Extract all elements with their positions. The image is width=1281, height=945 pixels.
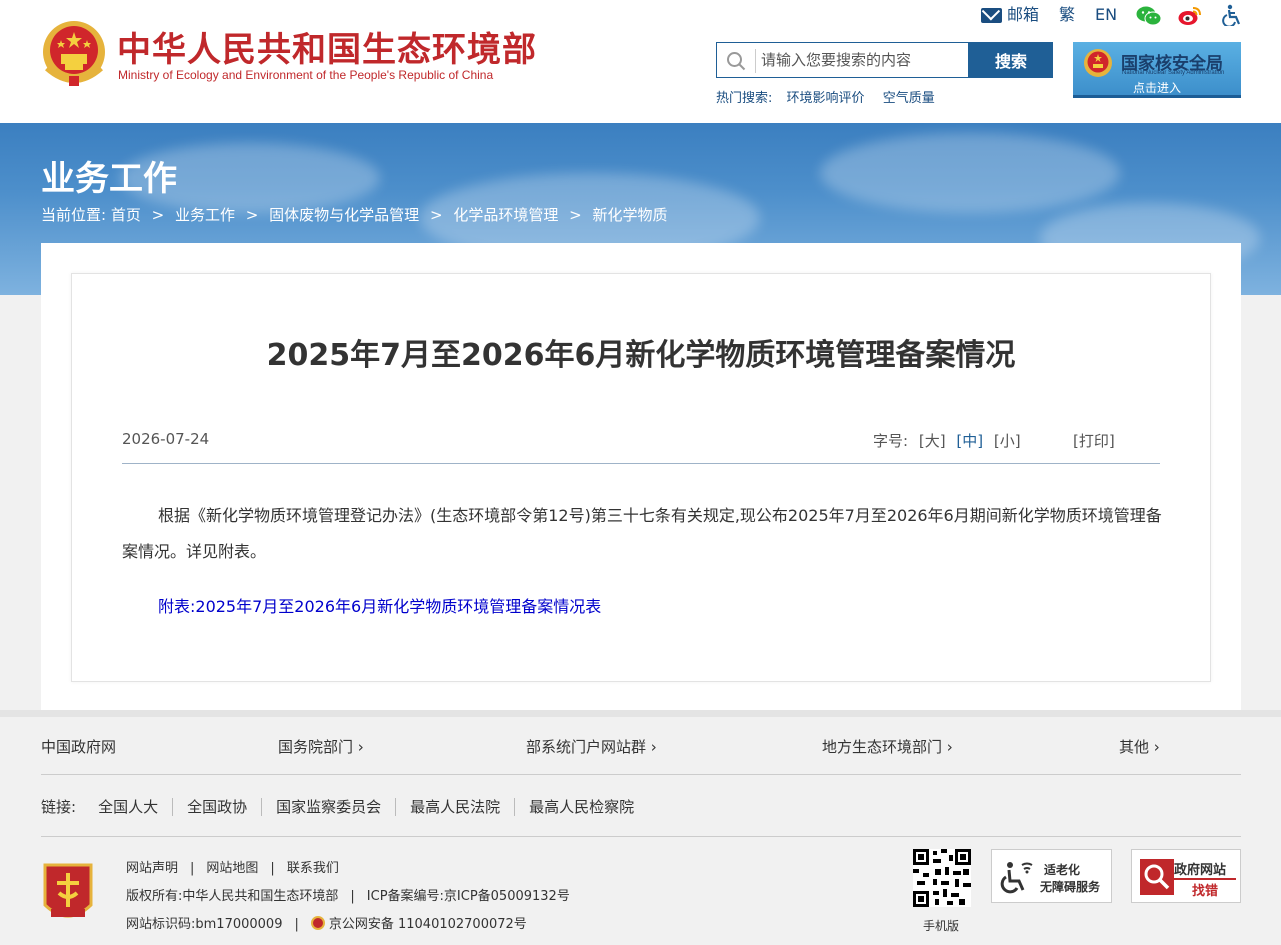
footer-link-npc[interactable]: 全国人大 [76,798,172,816]
footer-divider [41,836,1241,837]
police-badge-icon [310,916,325,930]
footer-top-bar [0,710,1281,717]
footer-icp[interactable]: ICP备案编号:京ICP备05009132号 [367,889,570,904]
footer-site-id: 网站标识码:bm17000009 [126,917,283,932]
footer-nav: 中国政府网 国务院部门 › 部系统门户网站群 › 地方生态环境部门 › 其他 › [41,736,1241,760]
footer-police-record[interactable]: 京公网安备 11040102700072号 [329,917,527,932]
search-icon[interactable] [726,51,746,71]
traditional-chinese-link[interactable]: 繁 [1059,4,1075,26]
accessibility-icon[interactable] [1221,4,1243,26]
font-size-large-button[interactable]: [大] [919,432,946,450]
site-header: 中华人民共和国生态环境部 Ministry of Ecology and Env… [0,0,1281,123]
footer-link-supervision[interactable]: 国家监察委员会 [261,798,395,816]
search-button[interactable]: 搜索 [969,42,1053,78]
english-link[interactable]: EN [1095,4,1117,26]
breadcrumb-item-solid-waste[interactable]: 固体废物与化学品管理 [269,206,419,224]
weibo-icon[interactable] [1178,5,1202,26]
gov-error-line2: 找错 [1174,878,1236,899]
footer-link-procuratorate[interactable]: 最高人民检察院 [514,798,648,816]
print-button[interactable]: [打印] [1073,430,1115,451]
footer-nav-gov[interactable]: 中国政府网 [41,736,116,757]
elderly-text-line1: 适老化 [1044,863,1081,877]
search-input[interactable] [761,46,961,74]
mobile-version-label[interactable]: 手机版 [923,917,959,934]
top-utility-links: 邮箱 繁 EN [981,4,1246,26]
breadcrumb-separator: > [569,206,582,224]
gov-website-error-report[interactable]: 政府网站 找错 [1131,849,1241,903]
footer-links-label: 链接: [41,798,77,816]
breadcrumb-separator: > [429,206,443,224]
nnsa-enter-link[interactable]: 点击进入 [1073,79,1241,96]
attachment-link[interactable]: 附表:2025年7月至2026年6月新化学物质环境管理备案情况表 [158,593,601,617]
font-size-small-button[interactable]: [小] [994,432,1021,450]
nnsa-entry-banner[interactable]: 国家核安全局 National Nuclear Safety Administr… [1073,42,1241,98]
footer-nav-state-council[interactable]: 国务院部门 › [278,736,364,757]
font-size-label: 字号: [873,432,909,450]
site-title[interactable]: 中华人民共和国生态环境部 [117,22,537,71]
footer-links: 链接: 全国人大 全国政协 国家监察委员会 最高人民法院 最高人民检察院 [41,796,648,817]
magnifier-icon [1140,859,1174,895]
breadcrumb-label: 当前位置: [41,206,107,224]
breadcrumb-item-new-chemicals[interactable]: 新化学物质 [592,206,667,224]
search-box [716,42,969,78]
hot-search-item[interactable]: 空气质量 [883,91,935,106]
font-size-medium-button[interactable]: [中] [956,432,983,450]
nnsa-subtitle: National Nuclear Safety Administration [1122,70,1225,76]
mail-icon[interactable] [981,8,1002,23]
section-title: 业务工作 [41,159,177,199]
footer-nav-local-depts[interactable]: 地方生态环境部门 › [822,736,953,757]
article-divider [122,463,1160,464]
font-size-control: 字号: [大] [中] [小] [873,430,1021,451]
breadcrumb-separator: > [245,206,259,224]
breadcrumb-separator: > [151,206,165,224]
footer-nav-ministry-sites[interactable]: 部系统门户网站群 › [526,736,657,757]
search-separator [755,49,756,73]
party-government-badge-icon[interactable] [41,861,95,925]
wechat-icon[interactable] [1136,6,1162,26]
breadcrumb-item-business[interactable]: 业务工作 [175,206,235,224]
footer-link-court[interactable]: 最高人民法院 [395,798,514,816]
footer-contact-link[interactable]: 联系我们 [287,861,339,876]
breadcrumb-item-chemicals[interactable]: 化学品环境管理 [453,206,558,224]
breadcrumb: 当前位置: 首页 > 业务工作 > 固体废物与化学品管理 > 化学品环境管理 >… [41,204,667,225]
footer-statement-link[interactable]: 网站声明 [126,861,178,876]
footer-sitemap-link[interactable]: 网站地图 [206,861,258,876]
gov-error-line1: 政府网站 [1174,863,1227,878]
qr-code-icon[interactable] [913,849,971,907]
site-title-english[interactable]: Ministry of Ecology and Environment of t… [118,68,493,82]
footer-divider [41,774,1241,775]
wheelchair-icon [1000,862,1033,894]
hot-search: 热门搜索: 环境影响评价 空气质量 [716,87,949,106]
elderly-accessibility-badge[interactable]: 适老化 无障碍服务 [991,849,1112,903]
footer-link-cppcc[interactable]: 全国政协 [172,798,261,816]
nnsa-emblem-icon [1084,49,1112,77]
article-date: 2026-07-24 [122,430,210,448]
national-emblem-icon[interactable] [41,18,107,88]
mail-link[interactable]: 邮箱 [1007,4,1039,26]
hot-search-label: 热门搜索: [716,91,773,106]
breadcrumb-item-home[interactable]: 首页 [111,206,141,224]
article-body: 根据《新化学物质环境管理登记办法》(生态环境部令第12号)第三十七条有关规定,现… [122,506,1162,561]
article-title: 2025年7月至2026年6月新化学物质环境管理备案情况 [266,338,1016,373]
banner-cloud [820,133,1120,213]
footer-copyright: 版权所有:中华人民共和国生态环境部 [126,889,339,904]
footer-nav-other[interactable]: 其他 › [1119,736,1160,757]
hot-search-item[interactable]: 环境影响评价 [787,91,865,106]
elderly-text-line2: 无障碍服务 [1040,880,1101,894]
